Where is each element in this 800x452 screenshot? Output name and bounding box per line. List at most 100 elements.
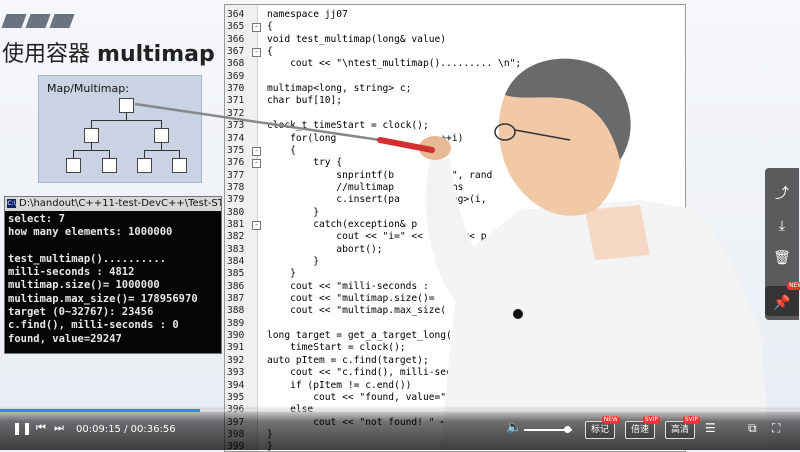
code-line: 381- catch(exception& p [225, 219, 685, 231]
line-number: 365 [227, 21, 245, 33]
code-text: if (pItem != c.end()) [267, 379, 412, 391]
line-number: 366 [227, 33, 245, 45]
line-number: 393 [227, 367, 245, 379]
code-line: 371 char buf[10]; [225, 95, 685, 107]
new-badge: NEW [787, 282, 800, 290]
console-title-text: D:\handout\C++11-test-DevC++\Test-STL\te [19, 198, 221, 209]
map-diagram-label: Map/Multimap: [47, 82, 129, 95]
code-line: 383 abort(); [225, 244, 685, 256]
slide-decoration [25, 14, 51, 28]
code-line: 374 for(long ++i) [225, 133, 685, 145]
delete-icon[interactable]: 🗑 [765, 242, 799, 274]
code-line: 387 cout << "multimap.size()= [225, 293, 685, 305]
line-number: 377 [227, 169, 245, 181]
fold-toggle-icon[interactable]: - [252, 146, 261, 156]
slide-decoration [1, 14, 27, 28]
code-line: 364 namespace jj07 [225, 9, 685, 21]
share-icon[interactable]: ⤴ [765, 178, 799, 210]
code-text: cout << "multimap.max_size( [267, 305, 447, 317]
mark-button[interactable]: 标记 NEW [585, 416, 620, 439]
line-number: 383 [227, 243, 245, 255]
line-number: 391 [227, 342, 245, 354]
code-text: auto pItem = c.find(target); [267, 354, 429, 366]
progress-bar[interactable] [0, 409, 800, 412]
code-line: 368 cout << "\ntest_multimap()......... … [225, 58, 685, 70]
playlist-icon[interactable]: ☰ [705, 421, 716, 435]
line-number: 364 [227, 9, 245, 20]
fold-toggle-icon[interactable]: - [252, 48, 261, 58]
console-output: select: 7 how many elements: 1000000 test_… [5, 211, 221, 348]
line-number: 388 [227, 305, 245, 317]
code-text: cout << "\ntest_multimap()......... \n"; [267, 58, 522, 70]
line-number: 385 [227, 268, 245, 280]
tree-node [172, 158, 187, 173]
console-line: how many elements: 1000000 [8, 226, 173, 239]
code-line: 389 [225, 318, 685, 330]
tree-edge [91, 120, 162, 121]
pause-icon[interactable]: ❚❚ [12, 421, 32, 435]
new-badge: NEW [601, 416, 620, 424]
speed-button[interactable]: 倍速 SVIP [625, 416, 660, 439]
line-number: 392 [227, 354, 245, 366]
code-text: timeStart = clock(); [267, 342, 406, 354]
quality-button[interactable]: 高清 SVIP [665, 416, 700, 439]
download-icon[interactable]: ⤓ [765, 210, 799, 242]
tree-node [137, 158, 152, 173]
line-number: 370 [227, 83, 245, 95]
tree-node [84, 128, 99, 143]
mark-button-label: 标记 [590, 425, 609, 435]
fullscreen-icon[interactable]: ⛶ [772, 421, 780, 436]
line-number: 390 [227, 330, 245, 342]
console-line: test_multimap().......... [8, 252, 167, 265]
code-text: for(long ++i) [267, 132, 464, 144]
line-number: 374 [227, 132, 245, 144]
code-text: cout << "i=" << " << p.what( [267, 231, 522, 243]
tree-edge [161, 142, 162, 150]
code-text: clock_t timeStart = clock(); [267, 120, 429, 132]
video-frame[interactable]: 使用容器 multimap Map/Multimap: C:\ D:\hando… [0, 0, 800, 452]
fold-toggle-icon[interactable]: - [252, 220, 261, 230]
pin-button[interactable]: 📌 NEW [765, 282, 800, 320]
code-text: //multimap [] ins [267, 181, 464, 193]
line-number: 367 [227, 46, 245, 58]
code-text: c.insert(pa string>(i, [267, 194, 487, 206]
code-text: } [267, 256, 319, 267]
code-text: cout << "c.find(), milli-seconds [267, 367, 475, 379]
line-number: 394 [227, 379, 245, 391]
line-number: 376 [227, 157, 245, 169]
tree-edge [179, 150, 180, 158]
next-icon[interactable]: ⏭ [54, 421, 64, 435]
code-line: 369 [225, 71, 685, 83]
code-line: 373 clock_t timeStart = clock(); [225, 120, 685, 132]
code-line: 377 snprintf(b %d", rand [225, 170, 685, 182]
line-number: 375 [227, 144, 245, 156]
tree-node [66, 158, 81, 173]
code-line: 380 } [225, 207, 685, 219]
code-editor: 364 namespace jj07 365-{366 void test_multi… [224, 4, 686, 452]
line-number: 371 [227, 95, 245, 107]
picture-in-picture-icon[interactable]: ⧉ [748, 421, 757, 436]
tree-edge [126, 112, 127, 120]
code-text: abort(); [267, 243, 383, 255]
code-text: } [267, 268, 296, 280]
code-line: 376- try { [225, 157, 685, 169]
tree-node [102, 158, 117, 173]
fold-toggle-icon[interactable]: - [252, 23, 261, 33]
code-text: { [267, 144, 296, 156]
fold-toggle-icon[interactable]: - [252, 159, 261, 169]
code-line: 384 } [225, 256, 685, 268]
svip-badge: SVIP [642, 416, 660, 424]
tree-edge [91, 142, 92, 150]
speed-button-label: 倍速 [630, 425, 649, 435]
code-text: { [267, 46, 273, 58]
previous-icon[interactable]: ⏮ [36, 421, 46, 435]
code-line: 378 //multimap [] ins [225, 182, 685, 194]
code-text: cout << "milli-seconds : [267, 280, 429, 292]
volume-icon[interactable]: 🔈 [506, 420, 522, 435]
code-text: catch(exception& p [267, 218, 418, 230]
code-line: 366 void test_multimap(long& value) [225, 34, 685, 46]
console-line: milli-seconds : 4812 [8, 266, 135, 279]
code-line: 372 [225, 108, 685, 120]
code-line: 365-{ [225, 21, 685, 33]
tree-edge [161, 120, 162, 128]
